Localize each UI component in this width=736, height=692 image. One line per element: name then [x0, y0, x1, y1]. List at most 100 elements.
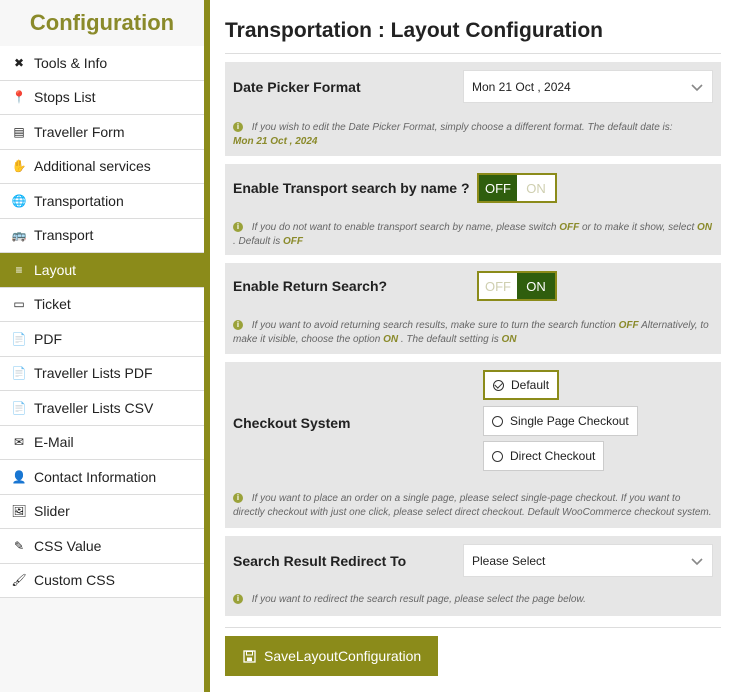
globe-icon: 🌐 — [11, 193, 27, 208]
sidebar-item-label: CSS Value — [34, 537, 102, 554]
redirect-section: Search Result Redirect To Please Select … — [225, 536, 721, 616]
info-icon: i — [233, 493, 243, 504]
sidebar-item-label: Tools & Info — [34, 54, 108, 71]
sidebar-item-label: Traveller Lists PDF — [34, 365, 153, 382]
redirect-select[interactable]: Please Select — [463, 544, 713, 577]
date-picker-label: Date Picker Format — [233, 78, 361, 95]
checkout-option-default[interactable]: Default — [483, 370, 560, 400]
bus-icon: 🚌 — [11, 228, 27, 243]
date-picker-select[interactable]: Mon 21 Oct , 2024 — [463, 70, 713, 103]
sidebar-item-label: Stops List — [34, 89, 96, 106]
sidebar: Configuration ✖ Tools & Info 📍 Stops List ▤ T… — [0, 0, 204, 692]
checkout-option-label: Direct Checkout — [510, 449, 596, 463]
divider — [225, 627, 721, 628]
note-text: . The default setting is — [400, 334, 499, 345]
sidebar-item-layout[interactable]: ≡ Layout — [0, 253, 204, 288]
css-tool-icon: ✎ — [13, 538, 25, 553]
toggle-on-option[interactable]: ON — [517, 273, 555, 299]
chevron-down-icon — [691, 83, 703, 91]
checkout-note: If you want to place an order on a singl… — [233, 493, 712, 518]
chevron-down-icon — [691, 557, 703, 565]
sidebar-item-label: Traveller Form — [34, 123, 125, 140]
sidebar-item-pdf[interactable]: 📄 PDF — [0, 322, 204, 357]
sidebar-item-additional-services[interactable]: ✋ Additional services — [0, 149, 204, 184]
form-icon: ▤ — [13, 124, 25, 139]
contact-icon: 👤 — [11, 469, 27, 484]
sidebar-item-label: Additional services — [34, 158, 151, 175]
sidebar-item-label: E-Mail — [34, 434, 74, 451]
images-icon: 🖼 — [11, 504, 27, 519]
note-highlight: OFF — [618, 320, 639, 331]
sidebar-item-css-value[interactable]: ✎ CSS Value — [0, 529, 204, 564]
radio-circle-icon — [492, 415, 503, 427]
toggle-off-option[interactable]: OFF — [479, 273, 517, 299]
transport-search-label: Enable Transport search by name ? — [233, 180, 470, 196]
sidebar-item-label: Ticket — [34, 296, 71, 313]
sidebar-title: Configuration — [0, 0, 204, 46]
return-search-label: Enable Return Search? — [233, 278, 388, 294]
brush-icon: 🖌 — [11, 573, 27, 588]
date-picker-section: Date Picker Format Mon 21 Oct , 2024 i I… — [225, 62, 721, 156]
radio-check-icon — [493, 379, 504, 391]
date-picker-value: Mon 21 Oct , 2024 — [472, 79, 571, 94]
note-text: If you want to avoid returning search re… — [251, 320, 616, 331]
page-title: Transportation : Layout Configuration — [225, 0, 721, 54]
sidebar-item-label: Transport — [34, 227, 94, 244]
info-icon: i — [233, 222, 243, 233]
pdf-file-icon: 📄 — [11, 331, 27, 346]
file-icon: 📄 — [11, 366, 27, 381]
envelope-icon: ✉ — [13, 435, 25, 450]
info-icon: i — [233, 594, 243, 605]
checkout-option-label: Default — [511, 378, 550, 392]
info-icon: i — [233, 320, 243, 331]
sidebar-item-transportation[interactable]: 🌐 Transportation — [0, 184, 204, 219]
sidebar-item-e-mail[interactable]: ✉ E-Mail — [0, 425, 204, 460]
toggle-off-option[interactable]: OFF — [479, 175, 517, 201]
sidebar-item-transport[interactable]: 🚌 Transport — [0, 218, 204, 253]
info-icon: i — [233, 122, 243, 133]
sidebar-divider — [204, 0, 210, 692]
date-picker-note: If you wish to edit the Date Picker Form… — [251, 122, 673, 133]
return-search-section: Enable Return Search? OFF ON i If you wa… — [225, 263, 721, 354]
sidebar-item-label: PDF — [34, 330, 62, 347]
note-text: or to make it show, select — [581, 222, 695, 233]
checkout-option-direct[interactable]: Direct Checkout — [483, 441, 605, 471]
note-highlight: OFF — [559, 222, 580, 233]
sidebar-item-slider[interactable]: 🖼 Slider — [0, 494, 204, 529]
sidebar-item-traveller-lists-csv[interactable]: 📄 Traveller Lists CSV — [0, 391, 204, 426]
redirect-note: If you want to redirect the search resul… — [251, 594, 586, 605]
save-button-label: SaveLayoutConfiguration — [264, 648, 422, 664]
sidebar-item-label: Transportation — [34, 192, 124, 209]
sidebar-item-custom-css[interactable]: 🖌 Custom CSS — [0, 563, 204, 598]
sidebar-item-traveller-form[interactable]: ▤ Traveller Form — [0, 115, 204, 150]
redirect-value: Please Select — [472, 553, 546, 568]
transport-search-toggle[interactable]: OFF ON — [477, 173, 557, 203]
service-hand-icon: ✋ — [11, 159, 27, 174]
ticket-icon: ▭ — [13, 297, 25, 312]
note-highlight: ON — [697, 222, 713, 233]
return-search-toggle[interactable]: OFF ON — [477, 271, 557, 301]
note-highlight: ON — [501, 334, 517, 345]
note-text: If you do not want to enable transport s… — [251, 222, 557, 233]
note-highlight: ON — [383, 334, 399, 345]
sidebar-item-ticket[interactable]: ▭ Ticket — [0, 287, 204, 322]
tools-icon: ✖ — [13, 55, 25, 70]
save-icon — [243, 649, 256, 663]
layers-icon: ≡ — [15, 262, 23, 277]
redirect-label: Search Result Redirect To — [233, 552, 407, 569]
sidebar-item-tools-info[interactable]: ✖ Tools & Info — [0, 46, 204, 81]
sidebar-item-label: Traveller Lists CSV — [34, 399, 154, 416]
checkout-option-single-page[interactable]: Single Page Checkout — [483, 406, 638, 436]
radio-circle-icon — [492, 450, 503, 462]
checkout-label: Checkout System — [233, 415, 351, 431]
save-layout-button[interactable]: SaveLayoutConfiguration — [225, 636, 438, 676]
sidebar-item-traveller-lists-pdf[interactable]: 📄 Traveller Lists PDF — [0, 356, 204, 391]
sidebar-item-contact-information[interactable]: 👤 Contact Information — [0, 460, 204, 495]
note-highlight: OFF — [283, 236, 304, 247]
map-pin-icon: 📍 — [11, 90, 27, 105]
toggle-on-option[interactable]: ON — [517, 175, 555, 201]
transport-search-section: Enable Transport search by name ? OFF ON… — [225, 164, 721, 255]
date-picker-default: Mon 21 Oct , 2024 — [233, 136, 318, 147]
sidebar-item-stops-list[interactable]: 📍 Stops List — [0, 80, 204, 115]
checkout-option-label: Single Page Checkout — [510, 414, 629, 428]
